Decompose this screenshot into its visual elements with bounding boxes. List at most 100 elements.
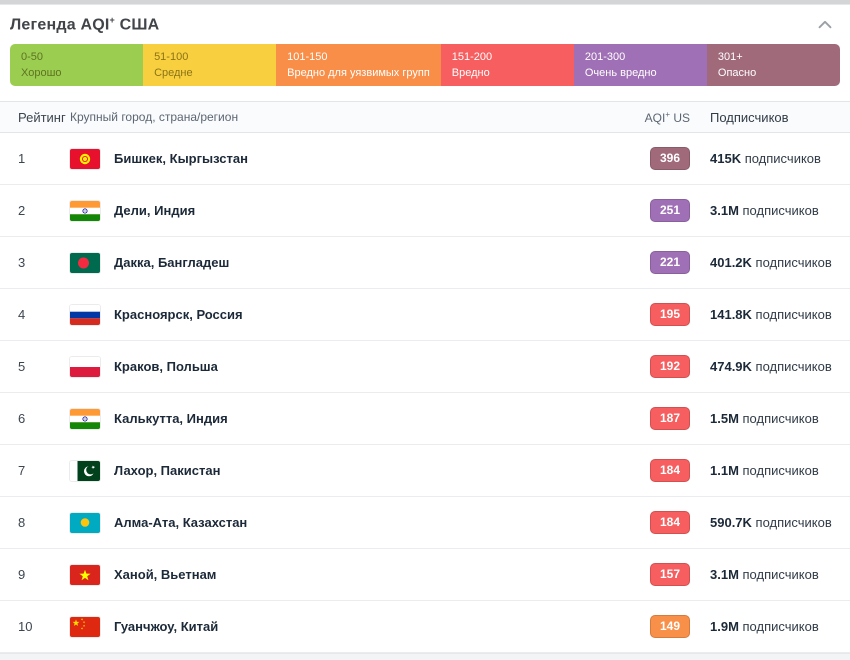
followers-cell: 474.9K подписчиков [690,359,840,374]
legend-segment-4: 151-200 Вредно [441,44,574,86]
legend-label: Вредно для уязвимых групп [287,66,430,80]
city-cell: Краков, Польша [70,357,610,377]
followers-cell: 3.1M подписчиков [690,203,840,218]
india-flag-icon [70,201,100,221]
city-name: Алма-Ата, Казахстан [114,515,247,530]
legend-label: Средне [154,66,265,80]
aqi-cell: 157 [650,563,690,586]
city-cell: Гуанчжоу, Китай [70,617,610,637]
followers-label: подписчиков [739,203,819,218]
followers-count: 3.1M [710,203,739,218]
followers-label: подписчиков [741,151,821,166]
city-cell: Калькутта, Индия [70,409,610,429]
city-name: Бишкек, Кыргызстан [114,151,248,166]
aqi-badge: 157 [650,563,690,586]
legend-label: Опасно [718,66,829,80]
page-bottom-strip [0,653,850,660]
rank-value: 4 [18,307,70,322]
table-row[interactable]: 2Дели, Индия2513.1M подписчиков [0,185,850,237]
table-row[interactable]: 3Дакка, Бангладеш221401.2K подписчиков [0,237,850,289]
city-cell: Красноярск, Россия [70,305,610,325]
rank-value: 10 [18,619,70,634]
followers-label: подписчиков [752,359,832,374]
rank-value: 5 [18,359,70,374]
followers-label: подписчиков [739,463,819,478]
followers-label: подписчиков [752,307,832,322]
table-row[interactable]: 10 Гуанчжоу, Китай 1491.9M подписчиков [0,601,850,653]
pakistan-flag-icon [70,461,100,481]
city-column-header: Крупный город, страна/регион [70,110,610,124]
table-header-row: Рейтинг Крупный город, страна/регион AQI… [0,101,850,133]
aqi-badge: 187 [650,407,690,430]
legend-range: 301+ [718,50,829,64]
kazakhstan-flag-icon [70,513,100,533]
followers-cell: 1.9M подписчиков [690,619,840,634]
aqi-column-header: AQI+ US [645,110,690,125]
legend-range: 101-150 [287,50,430,64]
aqi-cell: 187 [650,407,690,430]
legend-segment-3: 101-150 Вредно для уязвимых групп [276,44,441,86]
aqi-badge: 184 [650,511,690,534]
city-cell: Лахор, Пакистан [70,461,610,481]
aqi-cell: 184 [650,459,690,482]
followers-label: подписчиков [752,515,832,530]
city-name: Гуанчжоу, Китай [114,619,218,634]
followers-count: 3.1M [710,567,739,582]
aqi-cell: 184 [650,511,690,534]
aqi-badge: 192 [650,355,690,378]
chevron-up-icon [814,14,836,36]
rank-value: 9 [18,567,70,582]
table-row[interactable]: 6Калькутта, Индия1871.5M подписчиков [0,393,850,445]
legend-range: 151-200 [452,50,563,64]
city-ranking-table: Рейтинг Крупный город, страна/регион AQI… [0,101,850,653]
followers-count: 141.8K [710,307,752,322]
city-cell: Дакка, Бангладеш [70,253,610,273]
city-name: Красноярск, Россия [114,307,243,322]
collapse-legend-button[interactable] [814,14,836,36]
rank-column-header: Рейтинг [18,110,70,125]
city-cell: Ханой, Вьетнам [70,565,610,585]
bangladesh-flag-icon [70,253,100,273]
table-row[interactable]: 9Ханой, Вьетнам1573.1M подписчиков [0,549,850,601]
table-row[interactable]: 8Алма-Ата, Казахстан184590.7K подписчико… [0,497,850,549]
legend-range: 0-50 [21,50,132,64]
legend-header: Легенда AQI+ США [0,5,850,44]
followers-cell: 1.1M подписчиков [690,463,840,478]
rank-value: 2 [18,203,70,218]
kyrgyzstan-flag-icon [70,149,100,169]
table-row[interactable]: 4 Красноярск, Россия 195 141.8K подписчиков [0,289,850,341]
city-name: Краков, Польша [114,359,218,374]
aqi-cell: 221 [650,251,690,274]
vietnam-flag-icon [70,565,100,585]
india-flag-icon [70,409,100,429]
aqi-legend-bar: 0-50Хорошо51-100Средне101-150Вредно для … [10,44,840,86]
city-name: Лахор, Пакистан [114,463,220,478]
legend-segment-2: 51-100 Средне [143,44,276,86]
china-flag-icon [70,617,100,637]
aqi-cell: 149 [650,615,690,638]
followers-count: 1.5M [710,411,739,426]
aqi-badge: 251 [650,199,690,222]
aqi-badge: 184 [650,459,690,482]
legend-segment-6: 301+ Опасно [707,44,840,86]
followers-count: 1.1M [710,463,739,478]
table-row[interactable]: 1 Бишкек, Кыргызстан 396 415K подписчиков [0,133,850,185]
followers-count: 415K [710,151,741,166]
poland-flag-icon [70,357,100,377]
aqi-badge: 396 [650,147,690,170]
table-row[interactable]: 5Краков, Польша192474.9K подписчиков [0,341,850,393]
table-row[interactable]: 7Лахор, Пакистан1841.1M подписчиков [0,445,850,497]
aqi-cell: 251 [650,199,690,222]
city-cell: Бишкек, Кыргызстан [70,149,610,169]
legend-label: Вредно [452,66,563,80]
legend-range: 51-100 [154,50,265,64]
followers-count: 474.9K [710,359,752,374]
aqi-cell: 195 [650,303,690,326]
aqi-badge: 149 [650,615,690,638]
russia-flag-icon [70,305,100,325]
city-cell: Дели, Индия [70,201,610,221]
rank-value: 1 [18,151,70,166]
aqi-badge: 195 [650,303,690,326]
city-name: Ханой, Вьетнам [114,567,216,582]
aqi-cell: 192 [650,355,690,378]
